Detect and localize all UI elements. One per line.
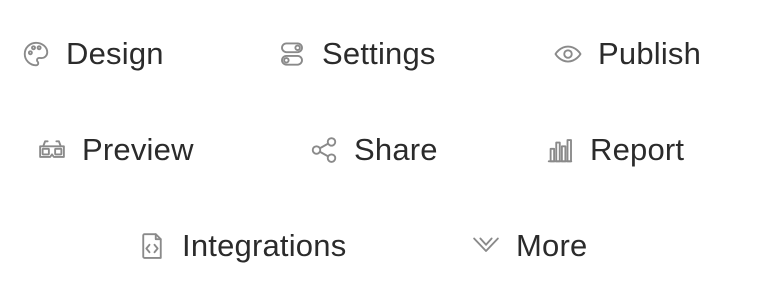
nav-item-label: More <box>516 228 588 263</box>
nav-item-design[interactable]: Design <box>20 34 164 74</box>
toggles-icon <box>276 38 308 70</box>
nav-item-settings[interactable]: Settings <box>276 34 436 74</box>
nav-item-label: Preview <box>82 132 194 167</box>
nav-item-share[interactable]: Share <box>308 130 438 170</box>
nav-item-label: Share <box>354 132 438 167</box>
nav-item-label: Design <box>66 36 164 71</box>
nav-item-preview[interactable]: Preview <box>36 130 194 170</box>
palette-icon <box>20 38 52 70</box>
nav-item-label: Publish <box>598 36 702 71</box>
nav-item-report[interactable]: Report <box>544 130 684 170</box>
nav-item-label: Settings <box>322 36 436 71</box>
eye-icon <box>552 38 584 70</box>
nav-item-integrations[interactable]: Integrations <box>136 226 346 266</box>
nav-item-label: Integrations <box>182 228 347 263</box>
bar-chart-icon <box>544 134 576 166</box>
nav-item-label: Report <box>590 132 685 167</box>
nav-item-more[interactable]: More <box>470 226 587 266</box>
share-nodes-icon <box>308 134 340 166</box>
code-file-icon <box>136 230 168 262</box>
3d-glasses-icon <box>36 134 68 166</box>
nav-item-publish[interactable]: Publish <box>552 34 701 74</box>
chevron-down-double-icon <box>470 230 502 262</box>
